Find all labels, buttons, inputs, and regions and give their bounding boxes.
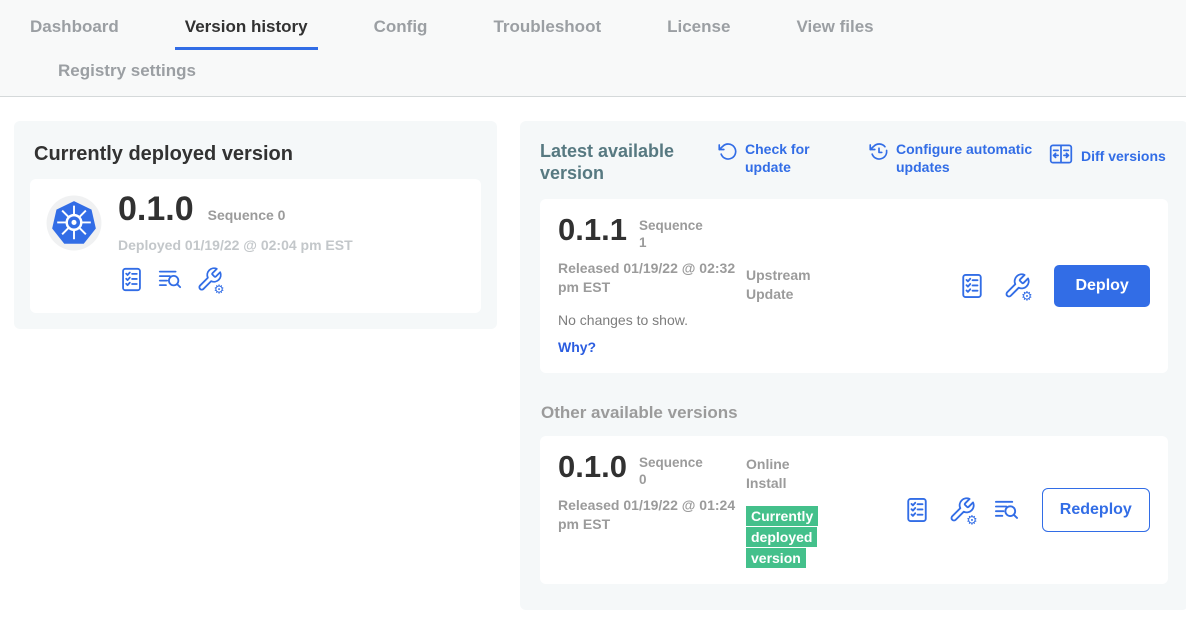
currently-deployed-badge: Currently deployed version — [746, 506, 818, 568]
other-source-label: Online Install — [746, 455, 831, 493]
latest-version-actions: ⚙ Deploy — [958, 265, 1149, 307]
config-icon[interactable]: ⚙ — [948, 496, 976, 524]
latest-available-title: Latest available version — [540, 141, 690, 185]
tab-config[interactable]: Config — [364, 13, 438, 50]
config-icon[interactable]: ⚙ — [196, 266, 223, 293]
configure-automatic-updates-link[interactable]: Configure automatic updates — [869, 141, 1048, 177]
currently-deployed-title: Currently deployed version — [34, 143, 481, 166]
checklist-icon[interactable] — [958, 272, 986, 300]
tab-view-files[interactable]: View files — [786, 13, 883, 50]
currently-deployed-panel: Currently deployed version — [14, 121, 497, 329]
configure-automatic-updates-label: Configure automatic updates — [896, 141, 1048, 177]
schedule-update-icon — [869, 141, 889, 167]
other-released-timestamp: Released 01/19/22 @ 01:24 pm EST — [558, 496, 743, 534]
latest-version-number: 0.1.1 — [558, 214, 627, 247]
top-nav: Dashboard Version history Config Trouble… — [0, 0, 1186, 97]
other-version-card: 0.1.0 Sequence 0 Released 01/19/22 @ 01:… — [540, 436, 1168, 584]
deployed-actions: ⚙ — [118, 266, 353, 293]
check-for-update-link[interactable]: Check for update — [718, 141, 829, 177]
checklist-icon[interactable] — [903, 496, 931, 524]
nav-row-2: Registry settings — [20, 50, 1166, 96]
other-version-actions: ⚙ Redeploy — [903, 488, 1150, 532]
deployed-version-card: 0.1.0 Sequence 0 Deployed 01/19/22 @ 02:… — [30, 179, 481, 313]
deployed-version-number: 0.1.0 — [118, 192, 194, 228]
tab-registry-settings[interactable]: Registry settings — [48, 59, 206, 83]
tab-troubleshoot[interactable]: Troubleshoot — [483, 13, 611, 50]
checklist-icon[interactable] — [118, 266, 145, 293]
kubernetes-logo — [46, 195, 102, 251]
other-version-details: 0.1.0 Sequence 0 Released 01/19/22 @ 01:… — [558, 451, 746, 534]
svg-text:⚙: ⚙ — [966, 513, 978, 528]
nav-row-1: Dashboard Version history Config Trouble… — [20, 13, 1166, 50]
latest-released-timestamp: Released 01/19/22 @ 02:32 pm EST — [558, 259, 743, 297]
diff-icon — [1048, 141, 1074, 172]
tab-version-history[interactable]: Version history — [175, 13, 318, 50]
other-available-versions-heading: Other available versions — [541, 403, 1168, 423]
other-version-number: 0.1.0 — [558, 451, 627, 484]
logs-icon[interactable] — [993, 496, 1021, 524]
svg-text:⚙: ⚙ — [213, 282, 224, 296]
latest-version-card: 0.1.1 Sequence 1 Released 01/19/22 @ 02:… — [540, 199, 1168, 373]
deploy-button[interactable]: Deploy — [1054, 265, 1149, 307]
tab-license[interactable]: License — [657, 13, 740, 50]
other-sequence-label: Sequence 0 — [639, 451, 713, 489]
latest-version-details: 0.1.1 Sequence 1 Released 01/19/22 @ 02:… — [558, 214, 746, 357]
svg-text:⚙: ⚙ — [1022, 289, 1034, 304]
diff-versions-link[interactable]: Diff versions — [1048, 141, 1166, 172]
why-link[interactable]: Why? — [558, 339, 596, 355]
latest-available-panel: Latest available version Check for updat… — [520, 121, 1186, 610]
redeploy-button[interactable]: Redeploy — [1042, 488, 1150, 532]
no-changes-text: No changes to show. — [558, 312, 746, 328]
refresh-ccw-icon — [718, 141, 738, 167]
tab-dashboard[interactable]: Dashboard — [20, 13, 129, 50]
main-content: Currently deployed version — [0, 97, 1186, 610]
deployed-timestamp: Deployed 01/19/22 @ 02:04 pm EST — [118, 237, 353, 253]
check-for-update-label: Check for update — [745, 141, 829, 177]
logs-icon[interactable] — [157, 266, 184, 293]
latest-available-header: Latest available version Check for updat… — [540, 141, 1168, 185]
diff-versions-label: Diff versions — [1081, 148, 1166, 166]
config-icon[interactable]: ⚙ — [1003, 272, 1031, 300]
deployed-sequence-label: Sequence 0 — [208, 207, 286, 223]
other-version-source: Online Install Currently deployed versio… — [746, 451, 866, 569]
latest-sequence-label: Sequence 1 — [639, 214, 713, 252]
latest-source-label: Upstream Update — [746, 266, 831, 304]
deployed-version-details: 0.1.0 Sequence 0 Deployed 01/19/22 @ 02:… — [118, 192, 353, 293]
latest-version-source: Upstream Update — [746, 214, 866, 304]
